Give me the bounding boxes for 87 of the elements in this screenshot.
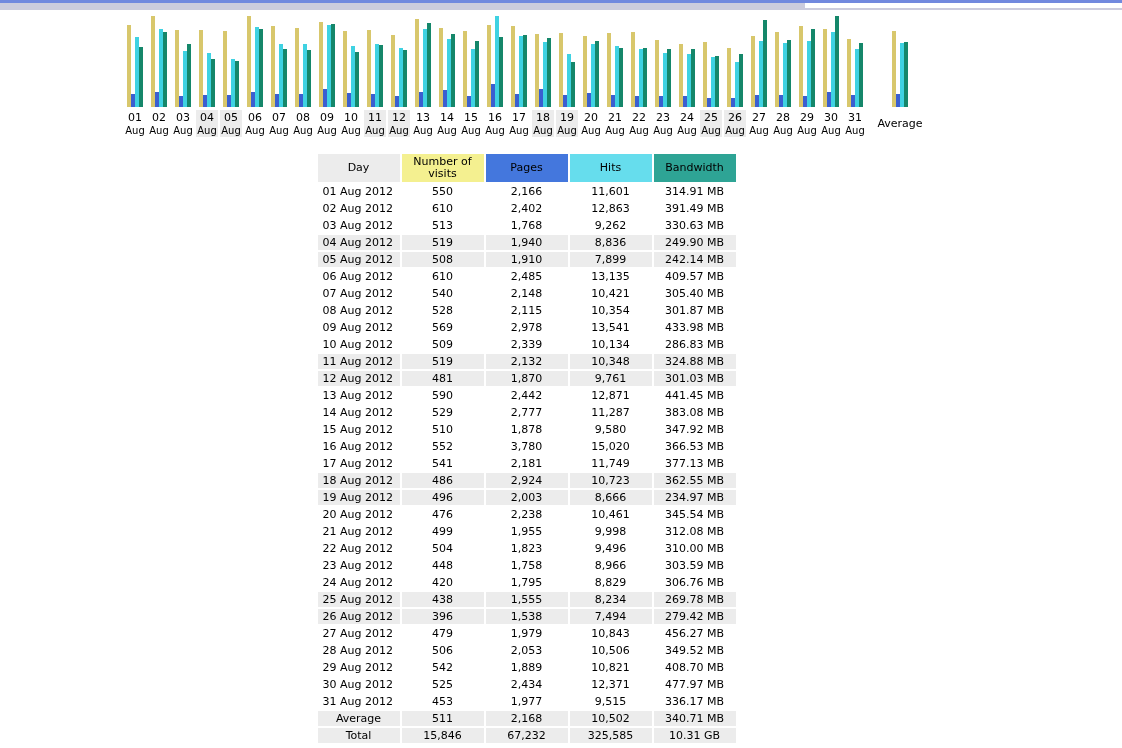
table-cell: 67,232 [485,728,568,743]
table-cell: 1,940 [485,235,568,250]
table-cell: Total [317,728,400,743]
table-cell: 2,168 [485,711,568,726]
day-label: 11 Aug [364,110,386,137]
day-label: 15 Aug [460,110,482,137]
day-label: 27 Aug [748,110,770,137]
table-cell: 25 Aug 2012 [317,592,400,607]
day-label: 01 Aug [124,110,146,137]
day-label: 06 Aug [244,110,266,137]
table-cell: 05 Aug 2012 [317,252,400,267]
table-cell: 438 [401,592,484,607]
table-cell: 12 Aug 2012 [317,371,400,386]
day-label: 02 Aug [148,110,170,137]
table-cell: 519 [401,235,484,250]
table-cell: 18 Aug 2012 [317,473,400,488]
day-label: 31 Aug [844,110,866,137]
table-cell: 19 Aug 2012 [317,490,400,505]
day-label: 23 Aug [652,110,674,137]
day-label: 10 Aug [340,110,362,137]
table-cell: 481 [401,371,484,386]
table-cell: 324.88 MB [653,354,736,369]
day-label: 09 Aug [316,110,338,137]
table-cell: 519 [401,354,484,369]
column-header: Hits [569,154,652,182]
table-cell: 7,494 [569,609,652,624]
table-cell: 8,836 [569,235,652,250]
day-label: 07 Aug [268,110,290,137]
day-label: 13 Aug [412,110,434,137]
table-cell: 1,555 [485,592,568,607]
table-cell: 1,910 [485,252,568,267]
day-label: 08 Aug [292,110,314,137]
table-cell: 8,234 [569,592,652,607]
table-cell: Average [317,711,400,726]
day-label: 19 Aug [556,110,578,137]
day-label: 12 Aug [388,110,410,137]
day-label: 16 Aug [484,110,506,137]
day-label: 03 Aug [172,110,194,137]
table-cell: 10.31 GB [653,728,736,743]
table-cell: 8,666 [569,490,652,505]
table-cell: 11 Aug 2012 [317,354,400,369]
table-cell: 340.71 MB [653,711,736,726]
day-label: 28 Aug [772,110,794,137]
day-label: 21 Aug [604,110,626,137]
table-cell: 279.42 MB [653,609,736,624]
table-cell: 10,348 [569,354,652,369]
table-cell: 1,538 [485,609,568,624]
day-label: 30 Aug [820,110,842,137]
column-header: Number of visits [401,154,484,182]
table-cell: 2,924 [485,473,568,488]
table-cell: 10,502 [569,711,652,726]
day-label: 24 Aug [676,110,698,137]
table-cell: 486 [401,473,484,488]
table-cell: 249.90 MB [653,235,736,250]
table-cell: 234.97 MB [653,490,736,505]
day-label: 18 Aug [532,110,554,137]
table-cell: 2,003 [485,490,568,505]
table-cell: 362.55 MB [653,473,736,488]
day-label: 14 Aug [436,110,458,137]
table-cell: 04 Aug 2012 [317,235,400,250]
day-label: 26 Aug [724,110,746,137]
table-cell: 242.14 MB [653,252,736,267]
day-label: 04 Aug [196,110,218,137]
day-label: 25 Aug [700,110,722,137]
day-label: 22 Aug [628,110,650,137]
table-cell: 269.78 MB [653,592,736,607]
table-cell: 1,870 [485,371,568,386]
day-label: 05 Aug [220,110,242,137]
day-label: 20 Aug [580,110,602,137]
table-cell: 10,723 [569,473,652,488]
table-cell: 7,899 [569,252,652,267]
table-cell: 325,585 [569,728,652,743]
table-cell: 9,761 [569,371,652,386]
table-cell: 26 Aug 2012 [317,609,400,624]
day-label: 17 Aug [508,110,530,137]
table-cell: 301.03 MB [653,371,736,386]
table-cell: 2,132 [485,354,568,369]
column-header: Bandwidth [653,154,736,182]
table-cell: 396 [401,609,484,624]
day-label: 29 Aug [796,110,818,137]
table-cell: 496 [401,490,484,505]
table-cell: 15,846 [401,728,484,743]
table-cell: 511 [401,711,484,726]
average-label: Average [877,117,923,130]
table-cell: 508 [401,252,484,267]
column-header: Day [317,154,400,182]
column-header: Pages [485,154,568,182]
